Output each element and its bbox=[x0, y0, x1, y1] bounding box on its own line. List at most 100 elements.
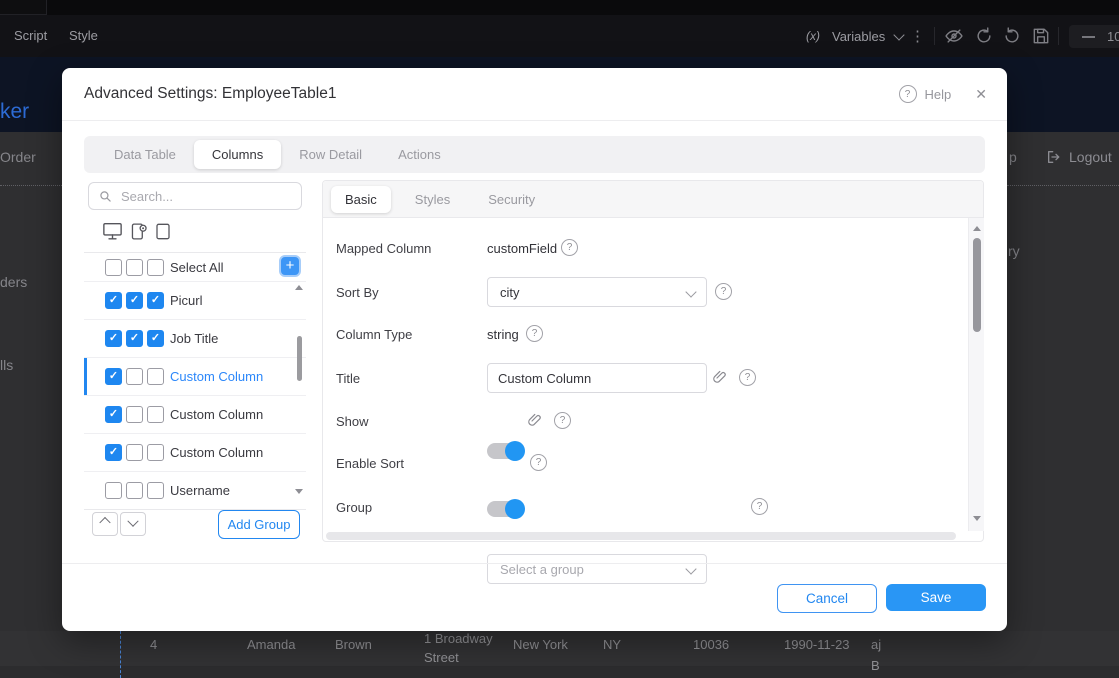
column-row-custom-column[interactable]: ✓ ✓ ✓ Custom Column bbox=[84, 395, 306, 433]
mobile-visibility-checkbox[interactable]: ✓ bbox=[126, 330, 143, 347]
undo-button[interactable] bbox=[974, 26, 994, 46]
column-checklist: ✓ ✓ ✓ Select All + ✓ ✓ ✓ Picurl ✓ ✓ ✓ Jo… bbox=[84, 252, 306, 510]
add-column-button[interactable]: + bbox=[279, 255, 301, 277]
mobile-visibility-checkbox[interactable]: ✓ bbox=[126, 406, 143, 423]
group-help-icon[interactable]: ? bbox=[751, 498, 768, 515]
nav-item-calls[interactable]: lls bbox=[0, 357, 13, 373]
tablet-visibility-checkbox[interactable]: ✓ bbox=[147, 444, 164, 461]
enable-sort-toggle[interactable] bbox=[487, 501, 523, 517]
table-cell-birth-date: 1990-11-23 bbox=[784, 637, 850, 652]
tab-row-detail[interactable]: Row Detail bbox=[281, 136, 380, 173]
more-options-button[interactable]: ⋮ bbox=[910, 15, 925, 57]
select-all-mobile-checkbox[interactable]: ✓ bbox=[126, 259, 143, 276]
title-input[interactable] bbox=[487, 363, 707, 393]
scroll-down-icon[interactable] bbox=[973, 516, 981, 521]
mobile-visibility-checkbox[interactable]: ✓ bbox=[126, 292, 143, 309]
tablet-visibility-checkbox[interactable]: ✓ bbox=[147, 330, 164, 347]
show-help-icon[interactable]: ? bbox=[554, 412, 571, 429]
toggle-knob bbox=[505, 499, 525, 519]
variables-dropdown[interactable]: (x) Variables bbox=[806, 15, 903, 57]
logout-button[interactable]: Logout bbox=[1046, 149, 1112, 165]
help-question-icon[interactable]: ? bbox=[899, 85, 917, 103]
toolbar-divider bbox=[1058, 27, 1059, 45]
cancel-button[interactable]: Cancel bbox=[777, 584, 877, 613]
desktop-visibility-checkbox[interactable]: ✓ bbox=[105, 406, 122, 423]
logout-label: Logout bbox=[1069, 149, 1112, 165]
list-scroll-up-icon[interactable] bbox=[295, 285, 303, 290]
footer-divider bbox=[62, 563, 1007, 564]
mobile-visibility-checkbox[interactable]: ✓ bbox=[126, 368, 143, 385]
list-scrollbar-thumb[interactable] bbox=[297, 336, 302, 381]
hide-preview-button[interactable] bbox=[944, 26, 964, 46]
mapped-column-help-icon[interactable]: ? bbox=[561, 239, 578, 256]
desktop-visibility-checkbox[interactable]: ✓ bbox=[105, 482, 122, 499]
show-toggle[interactable] bbox=[487, 443, 523, 459]
nav-item-orders[interactable]: ders bbox=[0, 274, 27, 290]
mobile-visibility-checkbox[interactable]: ✓ bbox=[126, 444, 143, 461]
address-line-1: 1 Broadway bbox=[424, 629, 493, 648]
column-row-custom-column[interactable]: ✓ ✓ ✓ Custom Column bbox=[84, 433, 306, 471]
mobile-visibility-checkbox[interactable]: ✓ bbox=[126, 482, 143, 499]
show-binding-link-icon[interactable] bbox=[526, 412, 542, 428]
column-type-help-icon[interactable]: ? bbox=[526, 325, 543, 342]
desktop-visibility-checkbox[interactable]: ✓ bbox=[105, 330, 122, 347]
tab-actions[interactable]: Actions bbox=[380, 136, 459, 173]
screen: Script Style (x) Variables ⋮ bbox=[0, 0, 1119, 678]
toolbar-tab-stub[interactable] bbox=[0, 0, 47, 15]
scroll-up-icon[interactable] bbox=[973, 226, 981, 231]
toolbar-top-strip bbox=[0, 0, 1119, 15]
tab-basic[interactable]: Basic bbox=[331, 186, 391, 213]
select-all-desktop-checkbox[interactable]: ✓ bbox=[105, 259, 122, 276]
tab-styles[interactable]: Styles bbox=[401, 181, 464, 218]
tablet-visibility-checkbox[interactable]: ✓ bbox=[147, 292, 164, 309]
column-row-username[interactable]: ✓ ✓ ✓ Username bbox=[84, 471, 306, 509]
tablet-visibility-checkbox[interactable]: ✓ bbox=[147, 368, 164, 385]
nav-item-bottom-right[interactable]: ry bbox=[1008, 243, 1020, 259]
column-name-label: Job Title bbox=[170, 331, 218, 346]
sort-by-select[interactable]: city bbox=[487, 277, 707, 307]
title-help-icon[interactable]: ? bbox=[739, 369, 756, 386]
app-logo-fragment: ker bbox=[0, 100, 29, 124]
scrollbar-thumb[interactable] bbox=[973, 238, 981, 332]
tab-data-table[interactable]: Data Table bbox=[96, 136, 194, 173]
tablet-icon bbox=[155, 222, 171, 241]
help-link[interactable]: Help bbox=[925, 87, 952, 102]
zoom-control[interactable]: 10 bbox=[1069, 25, 1119, 48]
list-scroll-down-icon[interactable] bbox=[295, 489, 303, 494]
settings-vertical-scrollbar[interactable] bbox=[968, 218, 984, 531]
settings-horizontal-scrollbar[interactable] bbox=[326, 532, 956, 540]
enable-sort-help-icon[interactable]: ? bbox=[530, 454, 547, 471]
sort-by-help-icon[interactable]: ? bbox=[715, 283, 732, 300]
tab-security[interactable]: Security bbox=[474, 181, 549, 218]
title-binding-link-icon[interactable] bbox=[711, 369, 727, 385]
column-row-custom-column-selected[interactable]: ✓ ✓ ✓ Custom Column bbox=[84, 357, 306, 395]
move-column-up-button[interactable] bbox=[92, 512, 118, 536]
nav-item-order[interactable]: Order bbox=[0, 149, 36, 165]
save-button[interactable]: Save bbox=[886, 584, 986, 611]
zoom-out-icon[interactable] bbox=[1082, 36, 1095, 38]
select-all-row[interactable]: ✓ ✓ ✓ Select All + bbox=[84, 253, 306, 281]
tablet-visibility-checkbox[interactable]: ✓ bbox=[147, 406, 164, 423]
desktop-visibility-checkbox[interactable]: ✓ bbox=[105, 368, 122, 385]
table-cell-first-name: Amanda bbox=[247, 637, 295, 652]
select-all-tablet-checkbox[interactable]: ✓ bbox=[147, 259, 164, 276]
move-column-down-button[interactable] bbox=[120, 512, 146, 536]
column-search[interactable] bbox=[88, 182, 302, 210]
column-row-picurl[interactable]: ✓ ✓ ✓ Picurl bbox=[84, 281, 306, 319]
column-row-job-title[interactable]: ✓ ✓ ✓ Job Title bbox=[84, 319, 306, 357]
tablet-visibility-checkbox[interactable]: ✓ bbox=[147, 482, 164, 499]
group-select[interactable]: Select a group bbox=[487, 554, 707, 584]
add-group-button[interactable]: Add Group bbox=[218, 510, 300, 539]
search-input[interactable] bbox=[119, 188, 273, 205]
close-icon[interactable]: ✕ bbox=[975, 86, 987, 103]
desktop-visibility-checkbox[interactable]: ✓ bbox=[105, 292, 122, 309]
nav-item-top-right[interactable]: p bbox=[1009, 149, 1017, 165]
tab-script[interactable]: Script bbox=[14, 15, 47, 57]
tab-columns[interactable]: Columns bbox=[194, 140, 281, 169]
redo-icon bbox=[1002, 26, 1022, 46]
desktop-visibility-checkbox[interactable]: ✓ bbox=[105, 444, 122, 461]
tab-style[interactable]: Style bbox=[69, 15, 98, 57]
save-app-button[interactable] bbox=[1031, 26, 1051, 46]
save-icon bbox=[1031, 26, 1051, 46]
redo-button[interactable] bbox=[1002, 26, 1022, 46]
